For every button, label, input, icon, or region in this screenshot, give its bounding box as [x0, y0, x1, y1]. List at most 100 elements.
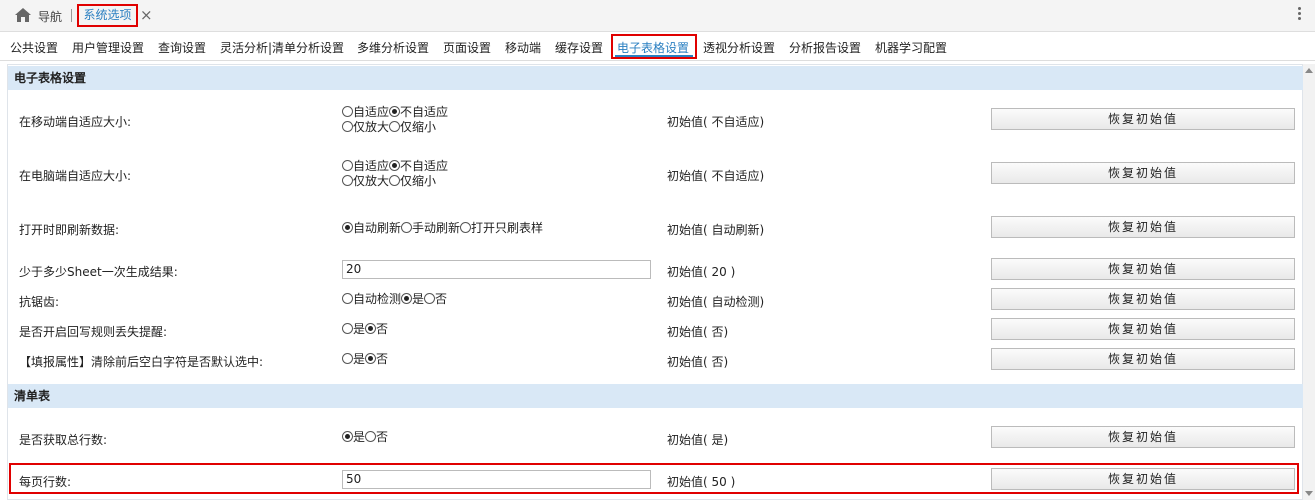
setting-label: 每页行数: — [19, 475, 72, 489]
radio-icon[interactable] — [365, 353, 377, 364]
radio-icon[interactable] — [401, 293, 413, 304]
radio-icon[interactable] — [342, 121, 353, 132]
radio-option[interactable]: 是 — [401, 292, 424, 307]
scroll-down-icon[interactable] — [1305, 491, 1313, 496]
setting-label: 在移动端自适应大小: — [19, 115, 132, 129]
tab-report-settings[interactable]: 分析报告设置 — [789, 39, 861, 56]
radio-option[interactable]: 手动刷新 — [401, 221, 460, 236]
reset-button[interactable]: 恢复初始值 — [991, 258, 1295, 280]
reset-button[interactable]: 恢复初始值 — [991, 348, 1295, 370]
tab-cache-settings[interactable]: 缓存设置 — [555, 39, 603, 56]
radio-option[interactable]: 否 — [365, 430, 388, 445]
tab-spreadsheet-settings[interactable]: 电子表格设置 — [617, 39, 689, 56]
default-value: 初始值( 自动检测) — [667, 295, 765, 309]
default-value: 初始值( 否) — [667, 355, 729, 369]
radio-option[interactable]: 自动检测 — [342, 292, 401, 307]
radio-icon[interactable] — [342, 323, 353, 334]
radio-option[interactable]: 是 — [342, 430, 365, 445]
radio-option[interactable]: 否 — [365, 352, 388, 367]
home-icon[interactable] — [14, 7, 32, 23]
default-value: 初始值( 自动刷新) — [667, 223, 765, 237]
reset-button[interactable]: 恢复初始值 — [991, 216, 1295, 238]
radio-option[interactable]: 自适应 — [342, 105, 389, 120]
radio-group-pc-adapt: 自适应 不自适应 仅放大 仅缩小 — [342, 159, 448, 189]
setting-label: 是否开启回写规则丢失提醒: — [19, 325, 168, 339]
tab-pivot-settings[interactable]: 透视分析设置 — [703, 39, 775, 56]
radio-option[interactable]: 是 — [342, 322, 365, 337]
radio-icon[interactable] — [460, 222, 472, 233]
radio-icon[interactable] — [389, 121, 401, 132]
reset-button[interactable]: 恢复初始值 — [991, 318, 1295, 340]
rows-per-page-input[interactable]: 50 — [342, 470, 651, 489]
tab-page-settings[interactable]: 页面设置 — [443, 39, 491, 56]
radio-group-refresh: 自动刷新 手动刷新 打开只刷表样 — [342, 221, 543, 236]
radio-icon[interactable] — [342, 431, 353, 442]
radio-icon[interactable] — [389, 106, 401, 117]
scroll-up-icon[interactable] — [1305, 68, 1313, 73]
radio-option[interactable]: 否 — [424, 292, 447, 307]
radio-option[interactable]: 仅放大 — [342, 120, 389, 135]
sheet-count-input[interactable]: 20 — [342, 260, 651, 279]
radio-label: 自适应 — [353, 159, 390, 173]
radio-option[interactable]: 不自适应 — [389, 159, 448, 174]
reset-button[interactable]: 恢复初始值 — [991, 288, 1295, 310]
radio-icon[interactable] — [342, 293, 353, 304]
radio-option[interactable]: 自适应 — [342, 159, 389, 174]
radio-icon[interactable] — [365, 431, 377, 442]
vertical-scrollbar[interactable] — [1303, 64, 1315, 500]
radio-icon[interactable] — [401, 222, 413, 233]
radio-label: 是 — [353, 322, 366, 336]
radio-icon[interactable] — [342, 222, 353, 233]
nav-tab-label[interactable]: 导航 — [38, 8, 62, 25]
section-header-spreadsheet: 电子表格设置 — [8, 66, 1303, 90]
tab-system-options[interactable]: 系统选项 — [77, 4, 138, 27]
radio-option[interactable]: 打开只刷表样 — [460, 221, 543, 236]
tab-mobile[interactable]: 移动端 — [505, 39, 541, 56]
reset-button[interactable]: 恢复初始值 — [991, 162, 1295, 184]
radio-icon[interactable] — [389, 175, 401, 186]
radio-option[interactable]: 否 — [365, 322, 388, 337]
radio-icon[interactable] — [342, 106, 353, 117]
radio-group-mobile-adapt: 自适应 不自适应 仅放大 仅缩小 — [342, 105, 448, 135]
radio-label: 打开只刷表样 — [471, 221, 544, 235]
radio-icon[interactable] — [365, 323, 377, 334]
radio-label: 否 — [435, 292, 448, 306]
radio-icon[interactable] — [424, 293, 436, 304]
radio-icon[interactable] — [389, 160, 401, 171]
top-tab-bar: 导航 系统选项 × — [0, 0, 1315, 32]
tab-olap-settings[interactable]: 多维分析设置 — [357, 39, 429, 56]
tab-user-management[interactable]: 用户管理设置 — [72, 39, 144, 56]
setting-label: 抗锯齿: — [19, 295, 60, 309]
radio-icon[interactable] — [342, 175, 353, 186]
radio-option[interactable]: 仅放大 — [342, 174, 389, 189]
radio-option[interactable]: 仅缩小 — [389, 120, 436, 135]
radio-icon[interactable] — [342, 353, 353, 364]
more-menu-icon[interactable] — [1298, 7, 1302, 23]
radio-label: 否 — [376, 430, 389, 444]
radio-group-antialias: 自动检测是否 — [342, 292, 447, 307]
radio-label: 是 — [353, 352, 366, 366]
reset-button[interactable]: 恢复初始值 — [991, 468, 1295, 490]
radio-label: 自适应 — [353, 105, 390, 119]
radio-option[interactable]: 自动刷新 — [342, 221, 401, 236]
setting-label: 是否获取总行数: — [19, 433, 108, 447]
default-value: 初始值( 50 ) — [667, 475, 736, 489]
default-value: 初始值( 不自适应) — [667, 169, 765, 183]
tab-public-settings[interactable]: 公共设置 — [10, 39, 58, 56]
setting-label: 打开时即刷新数据: — [19, 223, 120, 237]
radio-group-total-rows: 是否 — [342, 430, 388, 445]
tab-flexible-analysis[interactable]: 灵活分析|清单分析设置 — [220, 39, 344, 56]
radio-option[interactable]: 不自适应 — [389, 105, 448, 120]
radio-label: 是 — [412, 292, 425, 306]
reset-button[interactable]: 恢复初始值 — [991, 426, 1295, 448]
radio-label: 手动刷新 — [412, 221, 461, 235]
tab-query-settings[interactable]: 查询设置 — [158, 39, 206, 56]
tab-ml-config[interactable]: 机器学习配置 — [875, 39, 947, 56]
default-value: 初始值( 否) — [667, 325, 729, 339]
reset-button[interactable]: 恢复初始值 — [991, 108, 1295, 130]
close-icon[interactable]: × — [140, 6, 153, 24]
radio-option[interactable]: 仅缩小 — [389, 174, 436, 189]
radio-icon[interactable] — [342, 160, 353, 171]
radio-option[interactable]: 是 — [342, 352, 365, 367]
radio-label: 自动检测 — [353, 292, 402, 306]
